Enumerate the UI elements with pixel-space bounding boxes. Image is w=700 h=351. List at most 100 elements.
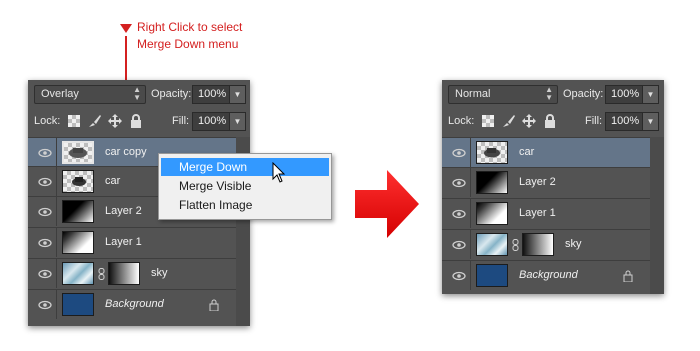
layer-thumbnail	[62, 262, 94, 285]
menu-item-merge-visible[interactable]: Merge Visible	[161, 177, 329, 195]
visibility-eye-icon[interactable]	[38, 147, 52, 159]
divider	[470, 199, 471, 228]
layer-name: Background	[105, 298, 164, 310]
annotation-line-1: Right Click to select	[137, 20, 243, 34]
layer-thumbnail	[62, 170, 94, 193]
layer-thumbnail	[476, 264, 508, 287]
layer-context-menu: Merge Down Merge Visible Flatten Image	[158, 153, 332, 220]
lock-all-padlock-icon[interactable]	[543, 114, 557, 128]
lock-row: Lock: Fill: 100% ▼	[442, 108, 664, 136]
blend-mode-dropdown[interactable]: Overlay ▲ ▼	[34, 85, 146, 104]
visibility-eye-icon[interactable]	[38, 268, 52, 280]
divider	[56, 197, 57, 226]
annotation-pointer-triangle-icon	[120, 24, 132, 33]
lock-transparent-pixels-icon[interactable]	[482, 115, 494, 127]
lock-image-pixels-brush-icon[interactable]	[502, 114, 516, 128]
mask-link-chain-icon[interactable]	[512, 239, 519, 251]
layer-thumbnail	[476, 233, 508, 256]
divider	[470, 230, 471, 259]
layer-row[interactable]: Background	[442, 260, 650, 290]
layer-row[interactable]: Background	[28, 289, 236, 319]
blend-mode-dropdown[interactable]: Normal ▲ ▼	[448, 85, 558, 104]
visibility-eye-icon[interactable]	[38, 299, 52, 311]
lock-transparent-pixels-icon[interactable]	[68, 115, 80, 127]
opacity-dropdown-button[interactable]: ▼	[642, 85, 659, 104]
visibility-eye-icon[interactable]	[452, 147, 466, 159]
fill-dropdown-button[interactable]: ▼	[229, 112, 246, 131]
car-silhouette-icon	[484, 148, 500, 158]
visibility-eye-icon[interactable]	[38, 206, 52, 218]
divider	[56, 228, 57, 257]
layers-panel-after: Normal ▲ ▼ Opacity: 100% ▼ Lock: Fill: 10…	[442, 80, 664, 294]
menu-item-merge-down[interactable]: Merge Down	[161, 158, 329, 176]
visibility-eye-icon[interactable]	[452, 270, 466, 282]
layer-row[interactable]: Layer 2	[442, 167, 650, 197]
layers-list: car Layer 2 Layer 1 sky Background	[442, 137, 664, 294]
layer-name: Layer 2	[519, 176, 556, 188]
lock-row: Lock: Fill: 100% ▼	[28, 108, 250, 136]
fill-label: Fill:	[585, 115, 603, 127]
layer-row[interactable]: Layer 1	[28, 227, 236, 257]
blend-row: Overlay ▲ ▼ Opacity: 100% ▼	[28, 80, 250, 108]
visibility-eye-icon[interactable]	[452, 208, 466, 220]
layer-thumbnail	[62, 231, 94, 254]
layer-name: sky	[151, 267, 168, 279]
lock-all-padlock-icon[interactable]	[129, 114, 143, 128]
layer-mask-thumbnail[interactable]	[522, 233, 554, 256]
layer-row[interactable]: sky	[28, 258, 236, 288]
visibility-eye-icon[interactable]	[38, 176, 52, 188]
updown-arrows-icon: ▲ ▼	[133, 85, 141, 102]
blend-mode-value: Overlay	[41, 88, 79, 100]
blend-mode-value: Normal	[455, 88, 491, 100]
lock-position-move-icon[interactable]	[108, 114, 122, 128]
lock-label: Lock:	[34, 115, 61, 127]
divider	[56, 167, 57, 196]
mouse-cursor-icon	[272, 162, 286, 183]
fill-dropdown-button[interactable]: ▼	[642, 112, 659, 131]
layer-row[interactable]: Layer 1	[442, 198, 650, 228]
menu-item-flatten-image[interactable]: Flatten Image	[161, 196, 329, 214]
layer-row[interactable]: sky	[442, 229, 650, 259]
lock-position-move-icon[interactable]	[522, 114, 536, 128]
layer-thumbnail	[62, 141, 94, 164]
updown-arrows-icon: ▲ ▼	[545, 85, 553, 102]
lock-image-pixels-brush-icon[interactable]	[88, 114, 102, 128]
layer-thumbnail	[476, 202, 508, 225]
transition-arrow-icon	[355, 170, 419, 238]
layer-thumbnail	[62, 293, 94, 316]
visibility-eye-icon[interactable]	[452, 177, 466, 189]
fill-input[interactable]: 100%	[605, 112, 643, 131]
visibility-eye-icon[interactable]	[452, 239, 466, 251]
blend-row: Normal ▲ ▼ Opacity: 100% ▼	[442, 80, 664, 108]
layer-name: Layer 1	[105, 236, 142, 248]
layer-name: car	[105, 175, 121, 187]
layer-name: Layer 2	[105, 205, 142, 217]
car-silhouette-icon	[69, 148, 87, 158]
layer-name: sky	[565, 238, 582, 250]
opacity-dropdown-button[interactable]: ▼	[229, 85, 246, 104]
layers-scrollbar[interactable]	[650, 137, 664, 294]
layer-mask-thumbnail[interactable]	[108, 262, 140, 285]
opacity-input[interactable]: 100%	[605, 85, 643, 104]
layer-locked-padlock-icon	[209, 299, 219, 311]
layer-thumbnail	[476, 171, 508, 194]
visibility-eye-icon[interactable]	[38, 237, 52, 249]
divider	[56, 138, 57, 167]
opacity-label: Opacity:	[151, 88, 192, 100]
layer-row[interactable]: car	[442, 137, 650, 167]
divider	[470, 168, 471, 197]
layer-name: car copy	[105, 146, 147, 158]
car-silhouette-icon	[72, 177, 86, 186]
layer-thumbnail	[476, 141, 508, 164]
mask-link-chain-icon[interactable]	[98, 268, 105, 280]
divider	[470, 138, 471, 167]
divider	[470, 261, 471, 290]
layer-name: Background	[519, 269, 578, 281]
opacity-input[interactable]: 100%	[192, 85, 230, 104]
fill-input[interactable]: 100%	[192, 112, 230, 131]
divider	[56, 259, 57, 288]
layer-name: Layer 1	[519, 207, 556, 219]
divider	[56, 290, 57, 319]
fill-label: Fill:	[172, 115, 190, 127]
layer-thumbnail	[62, 200, 94, 223]
